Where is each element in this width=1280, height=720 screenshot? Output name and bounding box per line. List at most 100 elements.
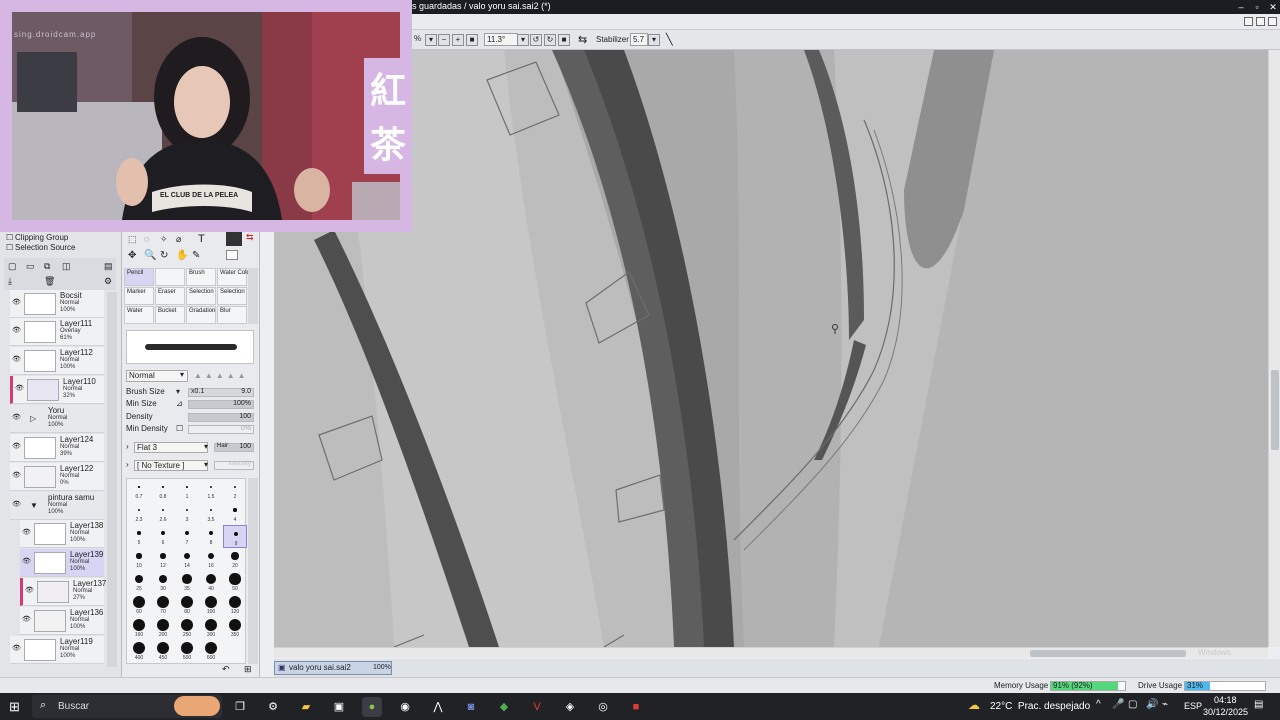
brush-size-preset[interactable]: 35 [175, 571, 199, 594]
copy-layer-icon[interactable]: ⧉ [44, 261, 50, 272]
layer-visibility-icon[interactable]: 👁 [22, 558, 31, 566]
layer-visibility-icon[interactable]: 👁 [12, 501, 21, 509]
brush-size-preset[interactable]: 400 [127, 640, 151, 663]
obs-icon[interactable]: ◎ [593, 697, 613, 717]
brush-size-preset[interactable]: 350 [223, 617, 247, 640]
merge-down-icon[interactable]: ⤓ [8, 276, 12, 287]
brush-size-preset[interactable]: 50 [223, 571, 247, 594]
weather-text[interactable]: 22°C Prac. despejado [990, 701, 1090, 712]
texture-row[interactable]: › [ No Texture ] ▾ Intensity [126, 460, 254, 472]
rotate-right-icon[interactable]: ↻ [544, 34, 556, 46]
brush-size-preset[interactable]: 2.3 [127, 502, 151, 525]
layer-row[interactable]: 👁 pintura samu Normal 100% ▼ [10, 492, 104, 520]
notifications-icon[interactable]: ▤ [1254, 699, 1263, 710]
color-picker-icon[interactable]: ✎ [192, 250, 200, 261]
layer-scrollbar[interactable] [107, 292, 117, 667]
layer-row[interactable]: 👁 Layer122 Normal 0% [10, 463, 104, 491]
layer-props-icon[interactable]: ⚙ [104, 276, 112, 287]
brush-tool-slot[interactable]: Water [124, 306, 154, 324]
settings-app-icon[interactable]: ⚙ [263, 697, 283, 717]
move-icon[interactable]: ✥ [128, 250, 136, 261]
magic-wand-icon[interactable]: ✧ [160, 234, 168, 245]
horizontal-scrollbar[interactable]: Windows. [274, 647, 1268, 658]
layer-visibility-icon[interactable]: 👁 [12, 327, 21, 335]
brush-tool-slot[interactable]: Pencil [124, 268, 154, 286]
layer-visibility-icon[interactable]: 👁 [15, 385, 24, 393]
store-app-icon[interactable]: ▣ [329, 697, 349, 717]
layer-row[interactable]: 👁 Layer138 Normal 100% [20, 520, 104, 548]
min-density-slider[interactable]: 0% [188, 425, 254, 434]
swap-colors-icon[interactable]: ⇆ [246, 232, 254, 243]
clipping-group-checkbox[interactable]: ☐ [6, 233, 13, 242]
brush-tool-slot[interactable]: Selection [217, 287, 247, 305]
zoom-reset-icon[interactable]: ■ [466, 34, 478, 46]
text-tool-icon[interactable]: T [198, 233, 205, 245]
zoom-dropdown-icon[interactable]: ▾ [425, 34, 437, 46]
layer-visibility-icon[interactable]: 👁 [25, 587, 34, 595]
brush-size-preset[interactable]: 600 [199, 640, 223, 663]
brush-size-preset[interactable]: 12 [151, 548, 175, 571]
hand-icon[interactable]: ✋ [176, 250, 188, 261]
rotation-dropdown-icon[interactable]: ▾ [517, 34, 529, 46]
brush-size-preset[interactable]: 80 [175, 594, 199, 617]
app-icon-13[interactable]: ■ [626, 697, 646, 717]
brush-size-preset[interactable]: 9 [223, 525, 247, 548]
layer-row[interactable]: 👁 Layer119 Normal 100% [10, 636, 104, 664]
layer-visibility-icon[interactable]: 👁 [22, 529, 31, 537]
brush-tool-slot[interactable]: Bucket [155, 306, 185, 324]
clear-layer-icon[interactable]: ◫ [62, 261, 71, 272]
microphone-icon[interactable]: 🎤 [1112, 699, 1124, 710]
brush-grid-scrollbar[interactable] [248, 268, 258, 324]
chrome-app-icon[interactable]: ◉ [395, 697, 415, 717]
discord-icon[interactable]: ◙ [461, 697, 481, 717]
brush-size-preset[interactable]: 8 [199, 525, 223, 548]
layer-row[interactable]: 👁 Bocsit Normal 100% [10, 290, 104, 318]
vertical-scrollbar[interactable] [1268, 50, 1280, 647]
layer-visibility-icon[interactable]: 👁 [12, 443, 21, 451]
layer-visibility-icon[interactable]: 👁 [22, 616, 31, 624]
tray-app-icon[interactable]: ▢ [1128, 699, 1137, 710]
brush-size-preset[interactable]: 7 [175, 525, 199, 548]
brush-tool-slot[interactable]: Selection [186, 287, 216, 305]
shape-expand-icon[interactable]: › [126, 442, 129, 451]
brush-size-preset[interactable]: 1.5 [199, 479, 223, 502]
lasso-icon[interactable]: ◌ [144, 234, 149, 244]
flip-icon[interactable]: ⇆ [578, 33, 587, 46]
min-size-icon[interactable]: ⊿ [176, 399, 183, 408]
brush-size-preset[interactable]: 450 [151, 640, 175, 663]
brush-size-preset[interactable]: 3.5 [199, 502, 223, 525]
eyedropper-icon[interactable]: ⌀ [176, 234, 181, 245]
layer-row[interactable]: 👁 Yoru Normal 100% ▷ [10, 405, 104, 433]
rotation-field[interactable]: 11.3° [484, 33, 518, 46]
layer-visibility-icon[interactable]: 👁 [12, 414, 21, 422]
paint-tool-sai-icon[interactable]: ● [362, 697, 382, 717]
tray-chevron-icon[interactable]: ^ [1096, 699, 1101, 710]
layer-row[interactable]: 👁 Layer137 Normal 27% [20, 578, 106, 606]
brush-size-preset[interactable]: 0.7 [127, 479, 151, 502]
brush-size-preset[interactable]: 16 [199, 548, 223, 571]
layer-row[interactable]: 👁 Layer139 Normal 100% [20, 549, 104, 577]
brush-size-row[interactable]: Brush Size ▾ x0.1 9.0 [126, 387, 254, 399]
brush-size-preset[interactable]: 60 [127, 594, 151, 617]
brush-size-preset[interactable]: 4 [223, 502, 247, 525]
layer-visibility-icon[interactable]: 👁 [12, 356, 21, 364]
layer-visibility-icon[interactable]: 👁 [12, 299, 21, 307]
brush-size-preset[interactable]: 200 [151, 617, 175, 640]
brush-size-preset[interactable]: 14 [175, 548, 199, 571]
texture-dropdown-icon[interactable]: ▾ [204, 460, 208, 469]
min-size-row[interactable]: Min Size ⊿ 100% [126, 399, 254, 411]
texture-slider[interactable]: Intensity [214, 461, 254, 470]
rotate-tool-icon[interactable]: ↻ [160, 250, 168, 261]
brush-size-preset[interactable]: 300 [199, 617, 223, 640]
zoom-tool-icon[interactable]: 🔍 [144, 250, 156, 261]
stabilizer-field[interactable]: 5.7 [630, 33, 648, 46]
min-density-row[interactable]: Min Density ☐ 0% [126, 424, 254, 436]
shape-select[interactable]: Flat 3 [134, 442, 208, 453]
brush-size-preset[interactable]: 40 [199, 571, 223, 594]
delete-layer-icon[interactable]: 🗑 [44, 276, 55, 287]
background-color-swatch[interactable] [226, 250, 238, 260]
layer-row[interactable]: 👁 Layer112 Normal 100% [10, 347, 104, 375]
blend-mode-dropdown-icon[interactable]: ▾ [180, 370, 184, 379]
taskbar-search-box[interactable]: ⌕ Buscar [32, 695, 222, 718]
min-density-checkbox[interactable]: ☐ [176, 424, 183, 433]
